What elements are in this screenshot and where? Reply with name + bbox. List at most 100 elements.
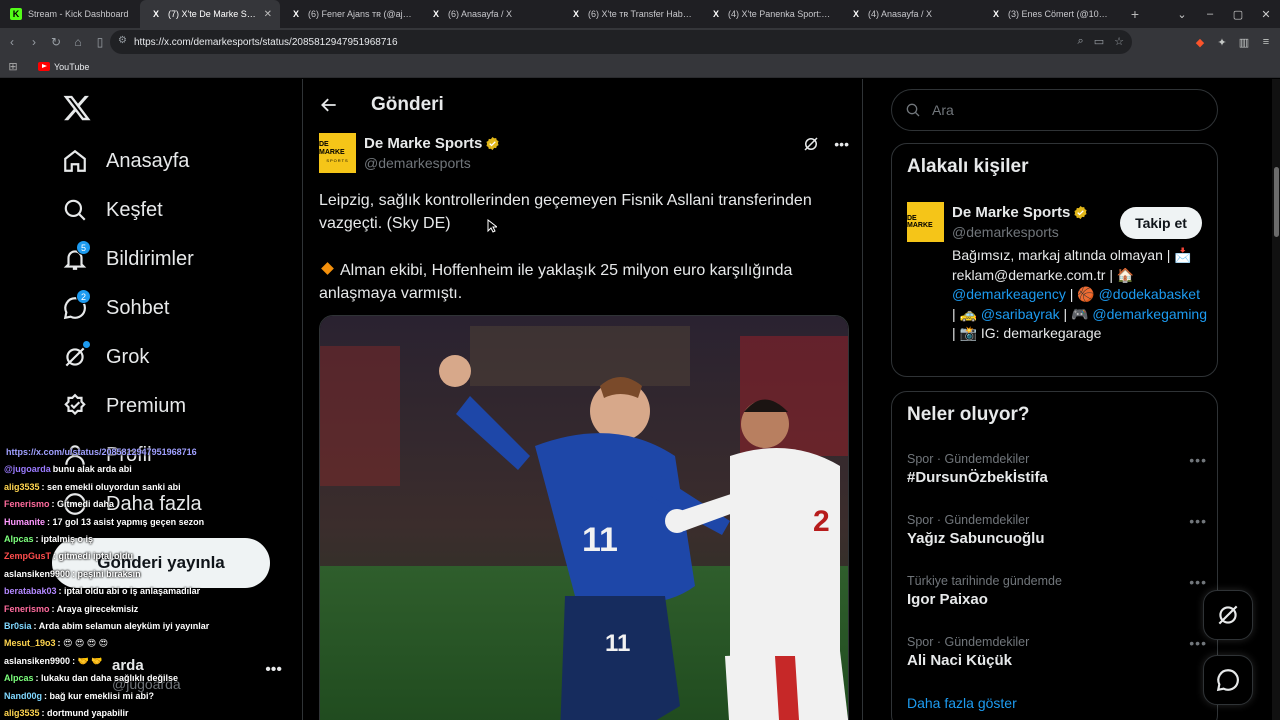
chat-username[interactable]: @jugoarda [4,464,51,474]
nav-notifications[interactable]: 5 Bildirimler [62,239,194,279]
bio-link-saribayrak[interactable]: @saribayrak [981,306,1060,322]
browser-tab[interactable]: K Stream - Kick Dashboard [0,0,140,28]
related-handle[interactable]: @demarkesports [952,224,1059,240]
forward-icon[interactable]: › [24,35,44,49]
tab-close-icon[interactable]: ✕ [264,9,272,20]
more-options-icon[interactable]: ••• [834,136,849,152]
browser-tab[interactable]: X (6) X'te ᴛʀ Transfer Haberleri ⚽ [560,0,700,28]
trend-item[interactable]: Spor · Gündemdekiler Ali Naci Küçük ••• [907,635,1207,669]
apps-grid-icon[interactable]: ⊞ [0,60,26,73]
browser-tab[interactable]: X (4) X'te Panenka Sport: "Rom [700,0,840,28]
browser-tab-bar: K Stream - Kick Dashboard X (7) X'te De Mar… [0,0,1280,28]
chat-username[interactable]: alig3535 [4,482,40,492]
trend-more-icon[interactable]: ••• [1189,513,1207,529]
browser-tab[interactable]: X (7) X'te De Marke Sports: ✕ [140,0,280,28]
chat-username[interactable]: beratabak03 [4,586,57,596]
nav-premium[interactable]: Premium [62,386,186,426]
trend-item[interactable]: Türkiye tarihinde gündemde Igor Paixao •… [907,574,1207,608]
chat-username[interactable]: aslansiken9900 [4,656,70,666]
new-tab-icon[interactable]: + [1124,6,1146,22]
bio-link-agency[interactable]: @demarkeagency [952,286,1066,302]
tab-title: (6) Anasayfa / X [448,9,513,19]
chat-text: : lukaku dan daha sağlıklı değilse [35,673,179,684]
messages-fab[interactable] [1203,655,1253,705]
home-browser-icon[interactable]: ⌂ [68,35,88,49]
chat-username[interactable]: Mesut_19o3 [4,638,56,648]
close-window-icon[interactable]: ✕ [1252,8,1280,21]
chat-username[interactable]: Humanite [4,517,45,527]
chat-username[interactable]: Fenerismo [4,604,50,614]
tweet-image[interactable]: 11 11 2 [319,315,849,720]
chevron-down-icon[interactable]: ⌄ [1168,8,1196,21]
browser-tab[interactable]: X (6) Anasayfa / X [420,0,560,28]
chat-username[interactable]: Fenerismo [4,499,50,509]
nav-chat[interactable]: 2 Sohbet [62,288,169,328]
tweet-paragraph-2-text: Alman ekibi, Hoffenheim ile yaklaşık 25 … [319,262,793,302]
nav-home[interactable]: Anasayfa [62,141,189,181]
browser-tab[interactable]: X (6) Fener Ajans ᴛʀ (@ajansfene [280,0,420,28]
chat-username[interactable]: alig3535 [4,708,40,718]
browser-tab[interactable]: X (3) Enes Cömert (@10enescom [980,0,1120,28]
site-info-icon[interactable]: ⚙ [118,35,127,46]
scroll-thumb[interactable] [1274,167,1279,237]
x-logo-icon[interactable] [62,93,92,123]
bio-link-gaming[interactable]: @demarkegaming [1092,306,1207,322]
extensions-icon[interactable]: ✦ [1214,36,1230,49]
address-bar[interactable]: ⚙ https://x.com/demarkesports/status/208… [110,30,1132,54]
chat-username[interactable]: Alpcas [4,534,34,544]
nav-label: Premium [106,394,187,417]
chat-text: : 😍 😍 😍 😍 [57,638,109,649]
trend-category: Spor · Gündemdekiler [907,513,1030,527]
tweet-handle[interactable]: @demarkesports [364,155,471,171]
bookmark-icon[interactable]: ▯ [90,35,110,49]
cast-icon[interactable]: ▭ [1094,35,1104,48]
tweet-paragraph-2: Alman ekibi, Hoffenheim ile yaklaşık 25 … [319,259,839,305]
tweet-author[interactable]: De Marke Sports [364,135,500,152]
maximize-icon[interactable]: ▢ [1224,8,1252,21]
related-avatar[interactable]: DE MARKE [907,202,944,242]
trend-more-icon[interactable]: ••• [1189,635,1207,651]
grok-fab[interactable] [1203,590,1253,640]
nav-grok[interactable]: Grok [62,337,149,377]
grok-icon[interactable] [802,135,820,153]
x-favicon-icon: X [852,9,859,19]
zoom-icon[interactable]: ⌕ [1078,35,1084,48]
chat-message: @jugoarda bunu alak arda abi [0,461,300,478]
trend-more-icon[interactable]: ••• [1189,574,1207,590]
youtube-icon [38,62,50,71]
trend-item[interactable]: Spor · Gündemdekiler #DursunÖzbekİstifa … [907,452,1207,486]
trend-more-icon[interactable]: ••• [1189,452,1207,468]
bio-link-basket[interactable]: @dodekabasket [1099,286,1200,302]
trend-category: Spor · Gündemdekiler [907,635,1030,649]
chat-username[interactable]: Alpcas [4,673,34,683]
bookmark-youtube[interactable]: YouTube [54,62,89,72]
sidebar-icon[interactable]: ▥ [1236,36,1252,49]
chat-username[interactable]: Nand00g [4,691,42,701]
chat-username[interactable]: Br0sia [4,621,32,631]
brave-shield-icon[interactable]: ◆ [1192,36,1208,49]
show-more-link[interactable]: Daha fazla göster [907,695,1017,711]
page-scrollbar[interactable] [1272,79,1280,720]
trend-item[interactable]: Spor · Gündemdekiler Yağız Sabuncuoğlu •… [907,513,1207,547]
minimize-icon[interactable]: – [1196,8,1224,20]
chat-message: Fenerismo: Gitmedi daha [0,496,300,513]
stream-chat-overlay: https://x.com/u/status/20858129479519687… [0,444,300,720]
chat-username[interactable]: aslansiken9900 [4,569,70,579]
related-name[interactable]: De Marke Sports [952,204,1088,221]
browser-tab[interactable]: X (4) Anasayfa / X [840,0,980,28]
tab-title: (4) X'te Panenka Sport: "Rom [728,9,832,19]
tweet-paragraph-1: Leipzig, sağlık kontrollerinden geçemeye… [319,192,812,232]
trend-category: Spor · Gündemdekiler [907,452,1030,466]
follow-button[interactable]: Takip et [1120,207,1202,239]
back-arrow-icon[interactable] [319,95,339,115]
tweet-avatar[interactable]: DE MARKE SPORTS [319,133,356,173]
menu-icon[interactable]: ≡ [1258,36,1274,48]
back-icon[interactable]: ‹ [2,35,22,49]
x-favicon-icon: X [992,9,999,19]
star-icon[interactable]: ☆ [1114,35,1124,48]
search-input[interactable]: Ara [891,89,1218,131]
kick-favicon-icon: K [10,8,22,20]
chat-username[interactable]: ZempGusT [4,551,51,561]
reload-icon[interactable]: ↻ [46,35,66,49]
nav-explore[interactable]: Keşfet [62,190,163,230]
